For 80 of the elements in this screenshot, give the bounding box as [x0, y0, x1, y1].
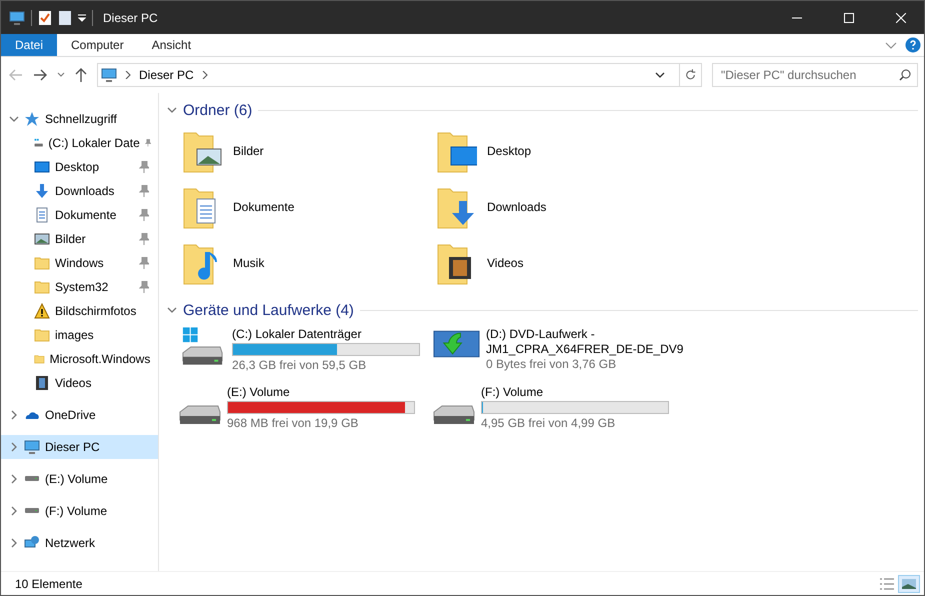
folder-label[interactable]: Dokumente	[233, 200, 294, 214]
nav-item[interactable]: Videos	[1, 371, 158, 395]
pin-icon	[144, 137, 151, 149]
picture-icon	[34, 231, 50, 247]
chevron-right-icon[interactable]	[9, 506, 19, 516]
picture-icon	[901, 578, 917, 590]
search-field[interactable]: "Dieser PC" durchsuchen	[712, 63, 918, 87]
pin-icon	[139, 281, 149, 293]
folder-label[interactable]: Desktop	[487, 144, 532, 158]
breadcrumb[interactable]: Dieser PC	[139, 68, 194, 82]
desktop-icon	[34, 159, 50, 175]
free-space-text: 968 MB frei von 19,9 GB	[227, 416, 360, 431]
hard-drive-icon	[179, 405, 221, 425]
nav-item[interactable]: Dokumente	[1, 203, 158, 227]
tiles-view-button[interactable]	[898, 574, 920, 592]
maximize-icon	[844, 12, 854, 22]
download-arrow-icon	[34, 183, 50, 199]
free-space-text: 0 Bytes frei von 3,76 GB	[486, 357, 618, 372]
nav-item[interactable]: Schnellzugriff	[1, 107, 158, 131]
pin-icon	[139, 257, 149, 269]
search-icon	[899, 69, 911, 81]
drive-name[interactable]: (C:) Lokaler Datenträger	[232, 327, 433, 342]
folder-label[interactable]: Videos	[487, 256, 524, 270]
chevron-down-icon[interactable]	[655, 71, 665, 79]
nav-item[interactable]: Windows	[1, 251, 158, 275]
nav-item[interactable]: OneDrive	[1, 403, 158, 427]
folder-label[interactable]: Downloads	[487, 200, 546, 214]
monitor-icon	[101, 67, 117, 83]
forward-arrow-icon[interactable]	[33, 69, 47, 81]
film-icon	[34, 375, 50, 391]
chevron-right-icon	[125, 71, 131, 79]
monitor-icon	[9, 10, 25, 26]
close-icon	[896, 12, 906, 22]
drive-name[interactable]: (F:) Volume	[481, 385, 686, 400]
drive-name[interactable]: (D:) DVD-Laufwerk - JM1_CPRA_X64FRER_DE-DE_DV9	[486, 327, 687, 357]
nav-item[interactable]: Downloads	[1, 179, 158, 203]
drive-icon	[24, 476, 40, 482]
free-space-text: 4,95 GB frei von 4,99 GB	[481, 416, 616, 431]
nav-item[interactable]: System32	[1, 275, 158, 299]
window-title: Dieser PC	[103, 10, 159, 24]
document-icon	[34, 207, 50, 223]
warning-icon	[34, 303, 50, 319]
chevron-right-icon[interactable]	[9, 442, 19, 452]
folder-label[interactable]: Musik	[233, 256, 264, 270]
list-icon	[879, 578, 895, 590]
folder-label[interactable]: Bilder	[233, 144, 264, 158]
folder-icon	[34, 279, 50, 295]
hard-drive-icon	[433, 405, 475, 425]
nav-item[interactable]: Dieser PC	[1, 435, 158, 459]
dropdown-icon[interactable]	[78, 14, 86, 22]
pin-icon	[139, 233, 149, 245]
up-arrow-icon[interactable]	[75, 68, 87, 82]
nav-item[interactable]: (F:) Volume	[1, 499, 158, 523]
nav-item[interactable]: Microsoft.Windows	[1, 347, 158, 371]
nav-item[interactable]: Bilder	[1, 227, 158, 251]
monitor-icon	[24, 439, 40, 455]
nav-item[interactable]: images	[1, 323, 158, 347]
chevron-right-icon[interactable]	[9, 538, 19, 548]
nav-item[interactable]: Desktop	[1, 155, 158, 179]
folder-icon	[34, 327, 50, 343]
item-count: 10 Elemente	[15, 576, 84, 590]
nav-item[interactable]: Netzwerk	[1, 531, 158, 555]
drive-name[interactable]: (E:) Volume	[227, 385, 432, 400]
pin-icon	[139, 161, 149, 173]
properties-icon[interactable]	[38, 10, 52, 26]
address-bar[interactable]: Dieser PC	[97, 63, 702, 87]
folder-icon	[34, 255, 50, 271]
free-space-text: 26,3 GB frei von 59,5 GB	[232, 358, 368, 373]
nav-item[interactable]: (C:) Lokaler Date	[1, 131, 158, 155]
chevron-right-icon[interactable]	[9, 474, 19, 484]
pin-icon	[139, 209, 149, 221]
group-heading[interactable]: Geräte und Laufwerke (4)	[183, 302, 354, 318]
pin-icon	[139, 185, 149, 197]
chevron-right-icon[interactable]	[9, 410, 19, 420]
drive-icon	[24, 508, 40, 514]
star-icon	[24, 111, 40, 127]
nav-item[interactable]: (E:) Volume	[1, 467, 158, 491]
group-heading[interactable]: Ordner (6)	[183, 102, 252, 118]
nav-item[interactable]: Bildschirmfotos	[1, 299, 158, 323]
chevron-right-icon[interactable]	[202, 71, 208, 79]
